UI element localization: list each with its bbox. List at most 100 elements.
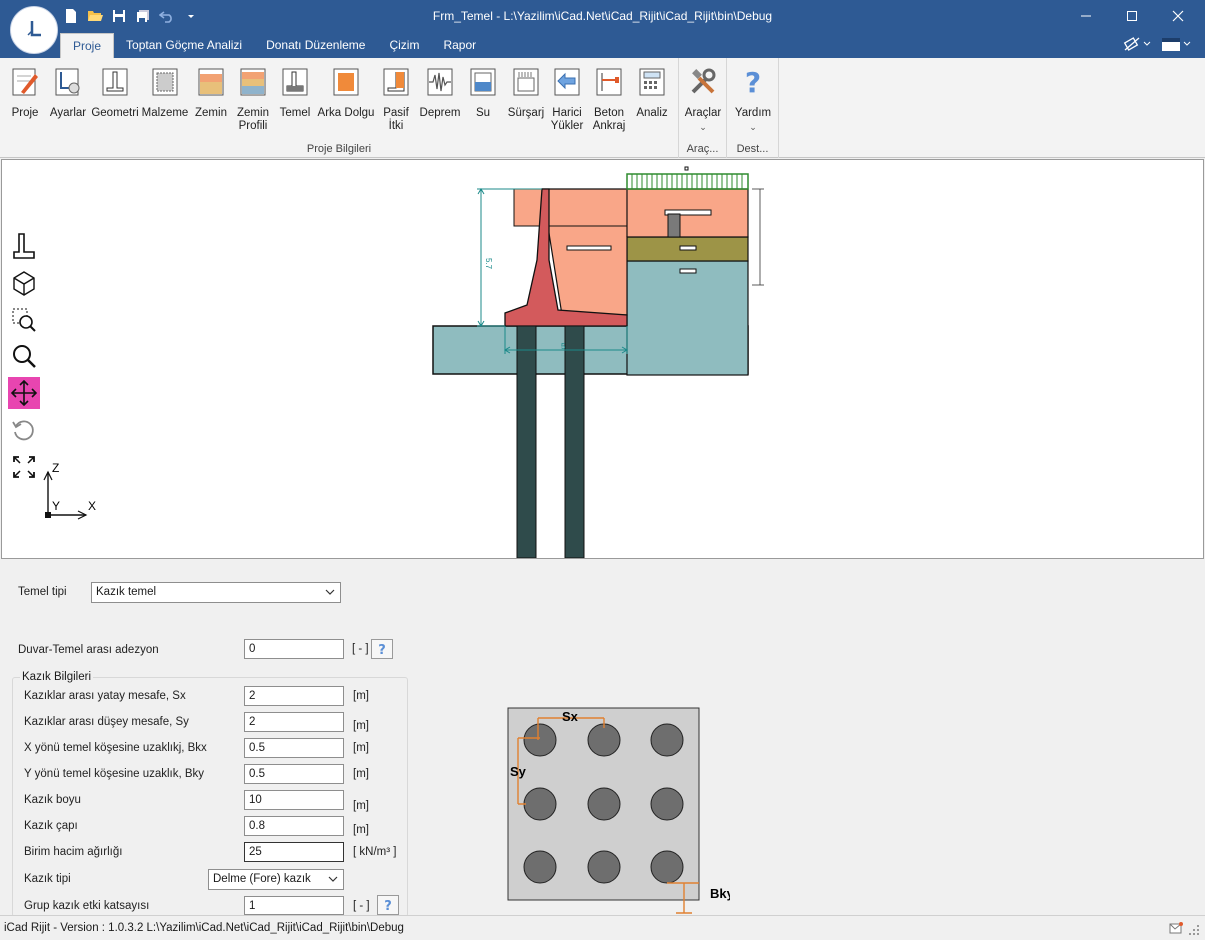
minimize-button[interactable] [1063,2,1109,30]
kazik-bilgileri-title: Kazık Bilgileri [20,671,94,683]
adezyon-input[interactable]: 0 [244,639,344,659]
adezyon-help-button[interactable]: ? [371,639,393,659]
svg-text:?: ? [378,643,386,656]
qat-customize-button[interactable] [182,7,200,25]
ribbon-btn-label: Deprem [419,107,461,119]
ribbon-btn-label-2: Ankraj [592,120,626,132]
kazik-boyu-input[interactable]: 10 [244,790,344,810]
right-soil-layer [626,260,749,376]
ribbon-btn-label: Geometri [91,107,139,119]
field-unit: [m] [353,768,369,780]
bkx-input[interactable]: 0.5 [244,738,344,758]
ribbon: Proje Ayarlar Geometri Malzeme Zemin Zem… [0,58,1205,158]
chevron-down-icon [188,15,194,18]
window-layout-icon [1162,38,1180,51]
anchor-block [667,213,681,238]
close-icon [1172,10,1184,22]
water-icon [470,68,496,96]
chevron-down-icon [325,589,335,595]
open-file-button[interactable] [86,7,104,25]
group-caption: Araç... [686,143,719,155]
style-switch-button[interactable] [1123,36,1151,52]
adezyon-label: Duvar-Temel arası adezyon [18,644,159,656]
adezyon-unit: [ - ] [352,643,369,655]
material-icon [152,68,178,96]
sy-input[interactable]: 2 [244,712,344,732]
status-bar: iCad Rijit - Version : 1.0.3.2 L:\Yazili… [0,915,1205,940]
new-file-button[interactable] [62,7,80,25]
ribbon-btn-arka-dolgu[interactable]: Arka Dolgu [312,66,380,120]
undo-button[interactable] [158,7,176,25]
tab-proje[interactable]: Proje [60,33,115,58]
surcharge-icon [513,68,539,96]
temel-tipi-select[interactable]: Kazık temel [91,582,341,603]
sx-input[interactable]: 2 [244,686,344,706]
titlebar-right-tools [1123,36,1191,52]
ribbon-btn-malzeme[interactable]: Malzeme [141,66,189,120]
field-label: Kazıklar arası düşey mesafe, Sy [24,716,189,728]
ribbon-btn-label: Analiz [636,107,668,119]
undo-icon [159,11,172,23]
group-destek: ? Yardım ⌄ Dest... [727,58,779,158]
app-logo-icon [27,21,41,37]
ribbon-btn-zemin[interactable]: Zemin [187,66,235,120]
ribbon-btn-label: Araçlar [684,107,722,119]
foundation-icon [282,68,308,96]
save-all-button[interactable] [134,7,152,25]
field-unit: [ kN/m³ ] [353,846,397,858]
temel-tipi-label: Temel tipi [18,586,67,598]
chevron-down-icon [328,876,338,882]
ribbon-btn-beton-ankraj[interactable]: Beton Ankraj [585,66,633,133]
tab-cizim[interactable]: Çizim [377,33,431,58]
geometry-icon [102,68,128,96]
ribbon-btn-proje[interactable]: Proje [1,66,49,120]
concrete-anchor-icon [596,68,622,96]
chevron-down-icon: ⌄ [749,122,757,132]
ribbon-btn-label-2: Yükler [550,120,584,132]
kazik-tipi-select[interactable]: Delme (Fore) kazık [208,869,344,890]
ribbon-btn-deprem[interactable]: Deprem [416,66,464,120]
maximize-button[interactable] [1109,2,1155,30]
theme-menu-button[interactable] [1161,36,1191,52]
ribbon-btn-geometri[interactable]: Geometri [91,66,139,120]
ribbon-btn-yardim[interactable]: ? Yardım ⌄ [729,66,777,134]
ribbon-btn-araclar[interactable]: Araçlar ⌄ [679,66,727,134]
ribbon-btn-ayarlar[interactable]: Ayarlar [44,66,92,120]
app-menu-button[interactable] [10,6,58,54]
pile-left [516,325,537,558]
field-unit: [m] [353,824,369,836]
ribbon-btn-label: Arka Dolgu [317,107,375,119]
ribbon-btn-zemin-profili[interactable]: Zemin Profili [229,66,277,133]
grup-kazik-help-button[interactable]: ? [377,895,399,915]
soil-icon [198,68,224,96]
ribbon-btn-harici-yukler[interactable]: Harici Yükler [543,66,591,133]
grup-kazik-input[interactable]: 1 [244,896,344,915]
ribbon-btn-pasif-itki[interactable]: Pasif İtki [372,66,420,133]
notification-icon[interactable] [1169,922,1183,934]
sy-marker: Sy [510,764,527,779]
group-araclar: Araçlar ⌄ Araç... [679,58,727,158]
grup-kazik-unit: [ - ] [353,900,370,912]
help-icon: ? [745,66,761,99]
birim-hacim-input[interactable]: 25 [244,842,344,862]
drawing-canvas[interactable]: Z Y X 5.7 5 [1,159,1204,559]
tab-rapor[interactable]: Rapor [431,33,488,58]
kazik-tipi-label: Kazık tipi [24,873,71,885]
bky-input[interactable]: 0.5 [244,764,344,784]
close-button[interactable] [1155,2,1201,30]
ribbon-btn-analiz[interactable]: Analiz [628,66,676,120]
tab-toptan-gocme-analizi[interactable]: Toptan Göçme Analizi [114,33,254,58]
ribbon-btn-su[interactable]: Su [459,66,507,120]
quick-access-toolbar [62,6,200,26]
kazik-capi-input[interactable]: 0.8 [244,816,344,836]
bky-marker: Bky [710,886,730,901]
dim-height-label: 5.7 [484,258,493,270]
tab-donati-duzenleme[interactable]: Donatı Düzenleme [254,33,377,58]
form-panel: Temel tipi Kazık temel Duvar-Temel arası… [0,560,1205,917]
ribbon-btn-label: Proje [11,107,39,119]
resize-grip-icon[interactable] [1188,924,1200,936]
sx-marker: Sx [562,709,579,724]
settings-icon [55,68,80,96]
backfill-icon [333,68,359,96]
save-button[interactable] [110,7,128,25]
